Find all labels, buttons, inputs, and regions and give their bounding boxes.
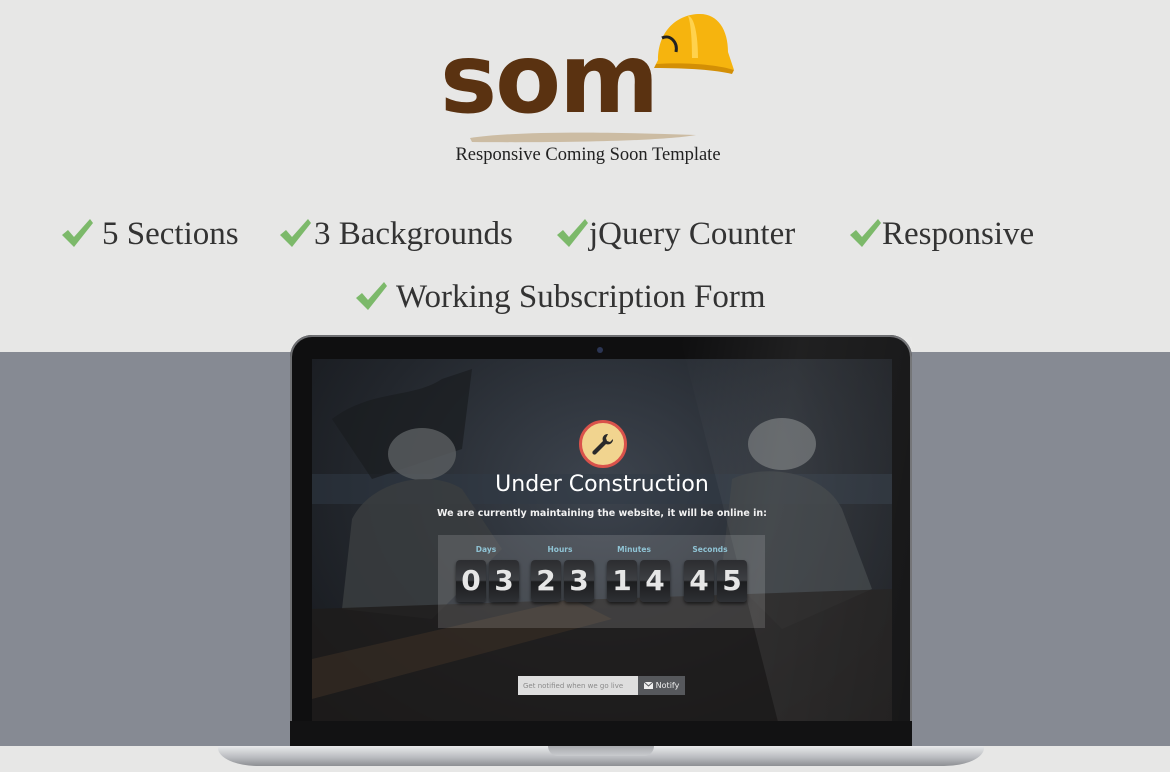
check-icon (280, 219, 311, 247)
feature-label: 3 Backgrounds (314, 215, 513, 252)
countdown-digit: 2 (531, 560, 561, 602)
page-subtitle: We are currently maintaining the website… (437, 508, 767, 519)
webcam (597, 347, 603, 353)
countdown-label-hours: Hours (547, 545, 573, 554)
countdown-label-seconds: Seconds (692, 545, 728, 554)
notify-button-label: Notify (655, 681, 680, 690)
envelope-icon (643, 682, 653, 689)
check-icon (557, 219, 588, 247)
countdown-digit: 0 (456, 560, 486, 602)
page-title: Under Construction (495, 472, 709, 497)
logo: som Responsive Coming Soon Template (440, 8, 740, 173)
email-field[interactable] (518, 676, 638, 695)
countdown-digit: 3 (564, 560, 594, 602)
countdown-label-minutes: Minutes (617, 545, 651, 554)
feature-backgrounds: 3 Backgrounds (278, 212, 513, 256)
countdown-digit: 4 (640, 560, 670, 602)
logo-tagline: Responsive Coming Soon Template (455, 145, 721, 165)
feature-label: Working Subscription Form (396, 278, 766, 315)
brush-stroke (470, 132, 696, 143)
countdown-digit: 3 (489, 560, 519, 602)
feature-label: jQuery Counter (589, 215, 796, 252)
check-icon (62, 219, 93, 247)
wrench-glyph (592, 433, 614, 455)
laptop-bezel (290, 721, 912, 747)
check-icon (356, 282, 387, 310)
check-icon (850, 219, 881, 247)
feature-subscription-form: Working Subscription Form (354, 275, 766, 319)
feature-label: Responsive (882, 215, 1035, 252)
feature-label: 5 Sections (102, 215, 239, 252)
hard-hat-icon (654, 14, 734, 74)
feature-sections: 5 Sections (60, 212, 239, 256)
feature-jquery-counter: jQuery Counter (555, 212, 795, 256)
countdown-digit: 1 (607, 560, 637, 602)
laptop-notch (548, 746, 654, 756)
wrench-icon (579, 420, 627, 468)
countdown-digit: 4 (684, 560, 714, 602)
feature-responsive: Responsive (848, 212, 1034, 256)
countdown-digit: 5 (717, 560, 747, 602)
countdown-label-days: Days (475, 545, 497, 554)
notify-button[interactable]: Notify (638, 676, 685, 695)
